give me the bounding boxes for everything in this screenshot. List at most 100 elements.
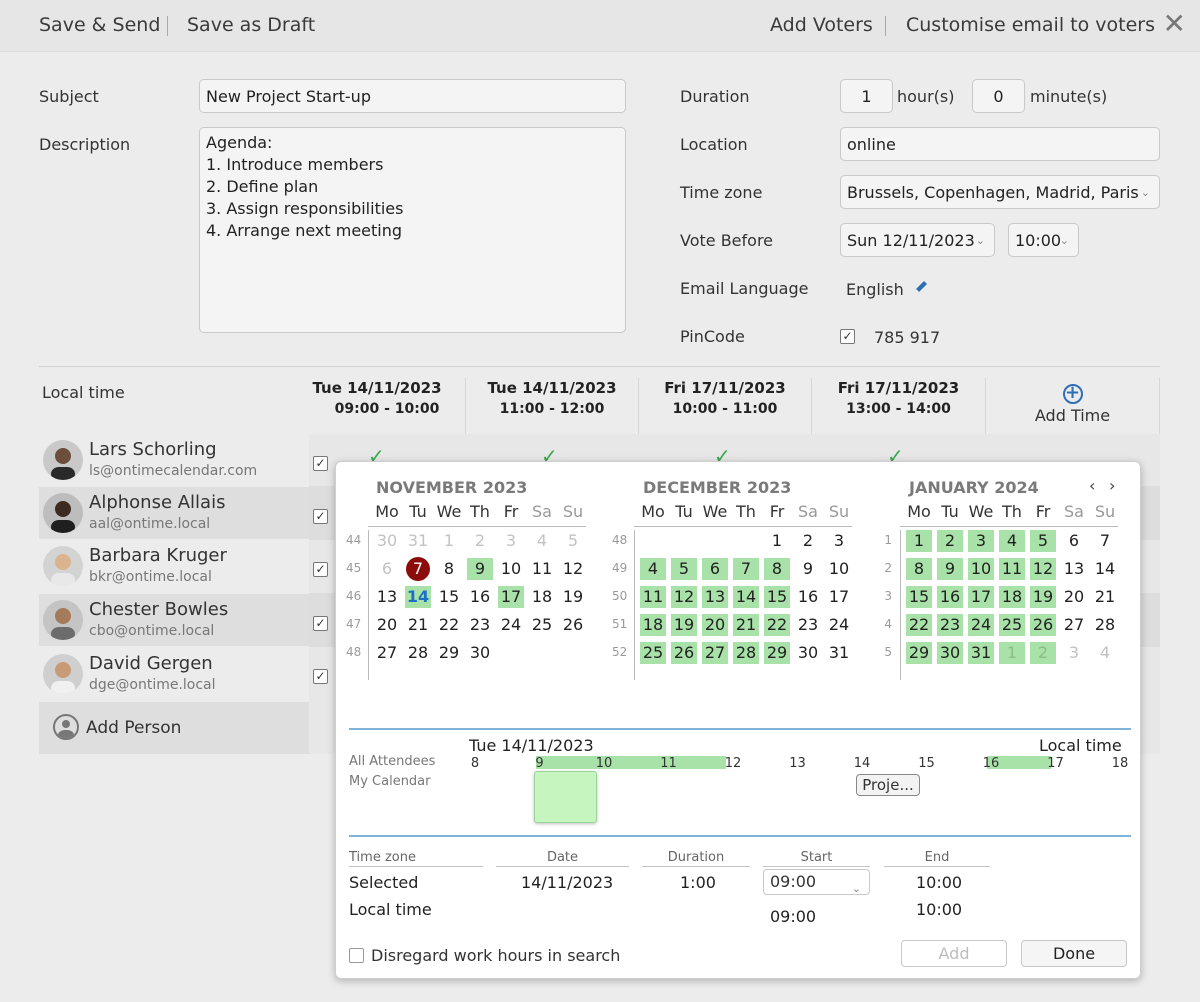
customise-email-button[interactable]: Customise email to voters: [906, 14, 1155, 36]
day-cell[interactable]: 4: [529, 530, 555, 552]
day-cell[interactable]: 24: [826, 614, 852, 636]
selected-slot[interactable]: [534, 771, 597, 823]
day-cell[interactable]: 2: [937, 530, 963, 552]
day-cell[interactable]: 11: [640, 586, 666, 608]
day-cell[interactable]: 18: [529, 586, 555, 608]
day-cell[interactable]: 4: [1092, 642, 1118, 664]
day-cell[interactable]: 3: [968, 530, 994, 552]
day-cell[interactable]: 29: [436, 642, 462, 664]
day-cell[interactable]: 30: [374, 530, 400, 552]
day-cell[interactable]: 19: [560, 586, 586, 608]
day-cell[interactable]: 6: [374, 558, 400, 580]
day-cell[interactable]: 31: [968, 642, 994, 664]
day-cell[interactable]: 14: [1092, 558, 1118, 580]
day-cell[interactable]: 15: [436, 586, 462, 608]
day-cell[interactable]: 7: [1092, 530, 1118, 552]
close-icon[interactable]: ✕: [1163, 10, 1186, 38]
day-cell[interactable]: 20: [374, 614, 400, 636]
day-cell[interactable]: 10: [498, 558, 524, 580]
day-cell[interactable]: 27: [702, 642, 728, 664]
edit-pencil-icon[interactable]: [913, 279, 929, 295]
day-cell[interactable]: 16: [795, 586, 821, 608]
day-cell[interactable]: 18: [640, 614, 666, 636]
day-cell[interactable]: 8: [436, 558, 462, 580]
day-cell[interactable]: 8: [764, 558, 790, 580]
day-cell[interactable]: 9: [937, 558, 963, 580]
day-cell[interactable]: 6: [1061, 530, 1087, 552]
day-cell[interactable]: 22: [764, 614, 790, 636]
day-cell[interactable]: 30: [795, 642, 821, 664]
day-cell[interactable]: 21: [733, 614, 759, 636]
day-cell[interactable]: 2: [1030, 642, 1056, 664]
disregard-work-hours-checkbox[interactable]: [349, 948, 364, 963]
calendar-event[interactable]: Proje...: [856, 774, 920, 796]
save-draft-button[interactable]: Save as Draft: [187, 14, 315, 36]
day-cell[interactable]: 4: [640, 558, 666, 580]
day-cell[interactable]: 28: [405, 642, 431, 664]
day-cell[interactable]: 8: [906, 558, 932, 580]
day-cell[interactable]: 19: [671, 614, 697, 636]
vote-before-date-select[interactable]: Sun 12/11/2023 ⌄: [840, 223, 995, 257]
day-cell[interactable]: 23: [937, 614, 963, 636]
day-cell[interactable]: 23: [467, 614, 493, 636]
person-checkbox[interactable]: ✓: [313, 616, 328, 631]
save-send-button[interactable]: Save & Send: [39, 14, 160, 36]
subject-input[interactable]: New Project Start-up: [199, 79, 626, 113]
day-cell[interactable]: 6: [702, 558, 728, 580]
day-cell[interactable]: 24: [498, 614, 524, 636]
vote-before-time-select[interactable]: 10:00 ⌄: [1008, 223, 1079, 257]
day-cell[interactable]: 28: [1092, 614, 1118, 636]
day-cell[interactable]: 28: [733, 642, 759, 664]
done-button[interactable]: Done: [1021, 940, 1127, 967]
day-cell[interactable]: 14: [733, 586, 759, 608]
day-cell[interactable]: 12: [560, 558, 586, 580]
day-cell[interactable]: 17: [968, 586, 994, 608]
pincode-checkbox[interactable]: ✓: [840, 329, 855, 344]
day-cell[interactable]: 14: [405, 586, 431, 608]
duration-minutes-input[interactable]: 0: [972, 79, 1025, 113]
day-cell[interactable]: 20: [702, 614, 728, 636]
day-cell[interactable]: 9: [467, 558, 493, 580]
day-cell[interactable]: 20: [1061, 586, 1087, 608]
day-cell[interactable]: 24: [968, 614, 994, 636]
day-cell[interactable]: 5: [560, 530, 586, 552]
column-header-2[interactable]: Tue 14/11/2023 11:00 - 12:00: [466, 378, 639, 434]
day-cell[interactable]: 3: [826, 530, 852, 552]
person-checkbox[interactable]: ✓: [313, 509, 328, 524]
day-cell[interactable]: 22: [436, 614, 462, 636]
day-cell[interactable]: 29: [906, 642, 932, 664]
add-person-button[interactable]: Add Person: [39, 702, 309, 754]
location-input[interactable]: online: [840, 127, 1160, 161]
day-cell[interactable]: 25: [640, 642, 666, 664]
add-voters-button[interactable]: Add Voters: [770, 14, 873, 36]
day-cell[interactable]: 1: [764, 530, 790, 552]
day-cell[interactable]: 2: [795, 530, 821, 552]
day-cell[interactable]: 1: [436, 530, 462, 552]
day-cell[interactable]: 10: [826, 558, 852, 580]
day-cell[interactable]: 30: [937, 642, 963, 664]
day-cell[interactable]: 17: [498, 586, 524, 608]
day-cell[interactable]: 31: [826, 642, 852, 664]
day-cell[interactable]: 21: [1092, 586, 1118, 608]
day-cell[interactable]: 5: [1030, 530, 1056, 552]
day-cell[interactable]: 12: [671, 586, 697, 608]
day-cell[interactable]: 29: [764, 642, 790, 664]
day-cell[interactable]: 25: [999, 614, 1025, 636]
day-cell[interactable]: 1: [906, 530, 932, 552]
day-cell[interactable]: 26: [671, 642, 697, 664]
day-cell[interactable]: 17: [826, 586, 852, 608]
day-cell[interactable]: 22: [906, 614, 932, 636]
day-cell[interactable]: 16: [937, 586, 963, 608]
day-cell[interactable]: 11: [529, 558, 555, 580]
add-time-button[interactable]: + Add Time: [986, 378, 1160, 434]
person-checkbox[interactable]: ✓: [313, 456, 328, 471]
description-textarea[interactable]: [199, 127, 626, 333]
day-cell[interactable]: 26: [1030, 614, 1056, 636]
day-cell[interactable]: 13: [374, 586, 400, 608]
day-cell[interactable]: 27: [1061, 614, 1087, 636]
day-cell[interactable]: 15: [764, 586, 790, 608]
day-cell[interactable]: 31: [405, 530, 431, 552]
day-cell[interactable]: 27: [374, 642, 400, 664]
day-cell[interactable]: 25: [529, 614, 555, 636]
day-cell[interactable]: 7: [733, 558, 759, 580]
